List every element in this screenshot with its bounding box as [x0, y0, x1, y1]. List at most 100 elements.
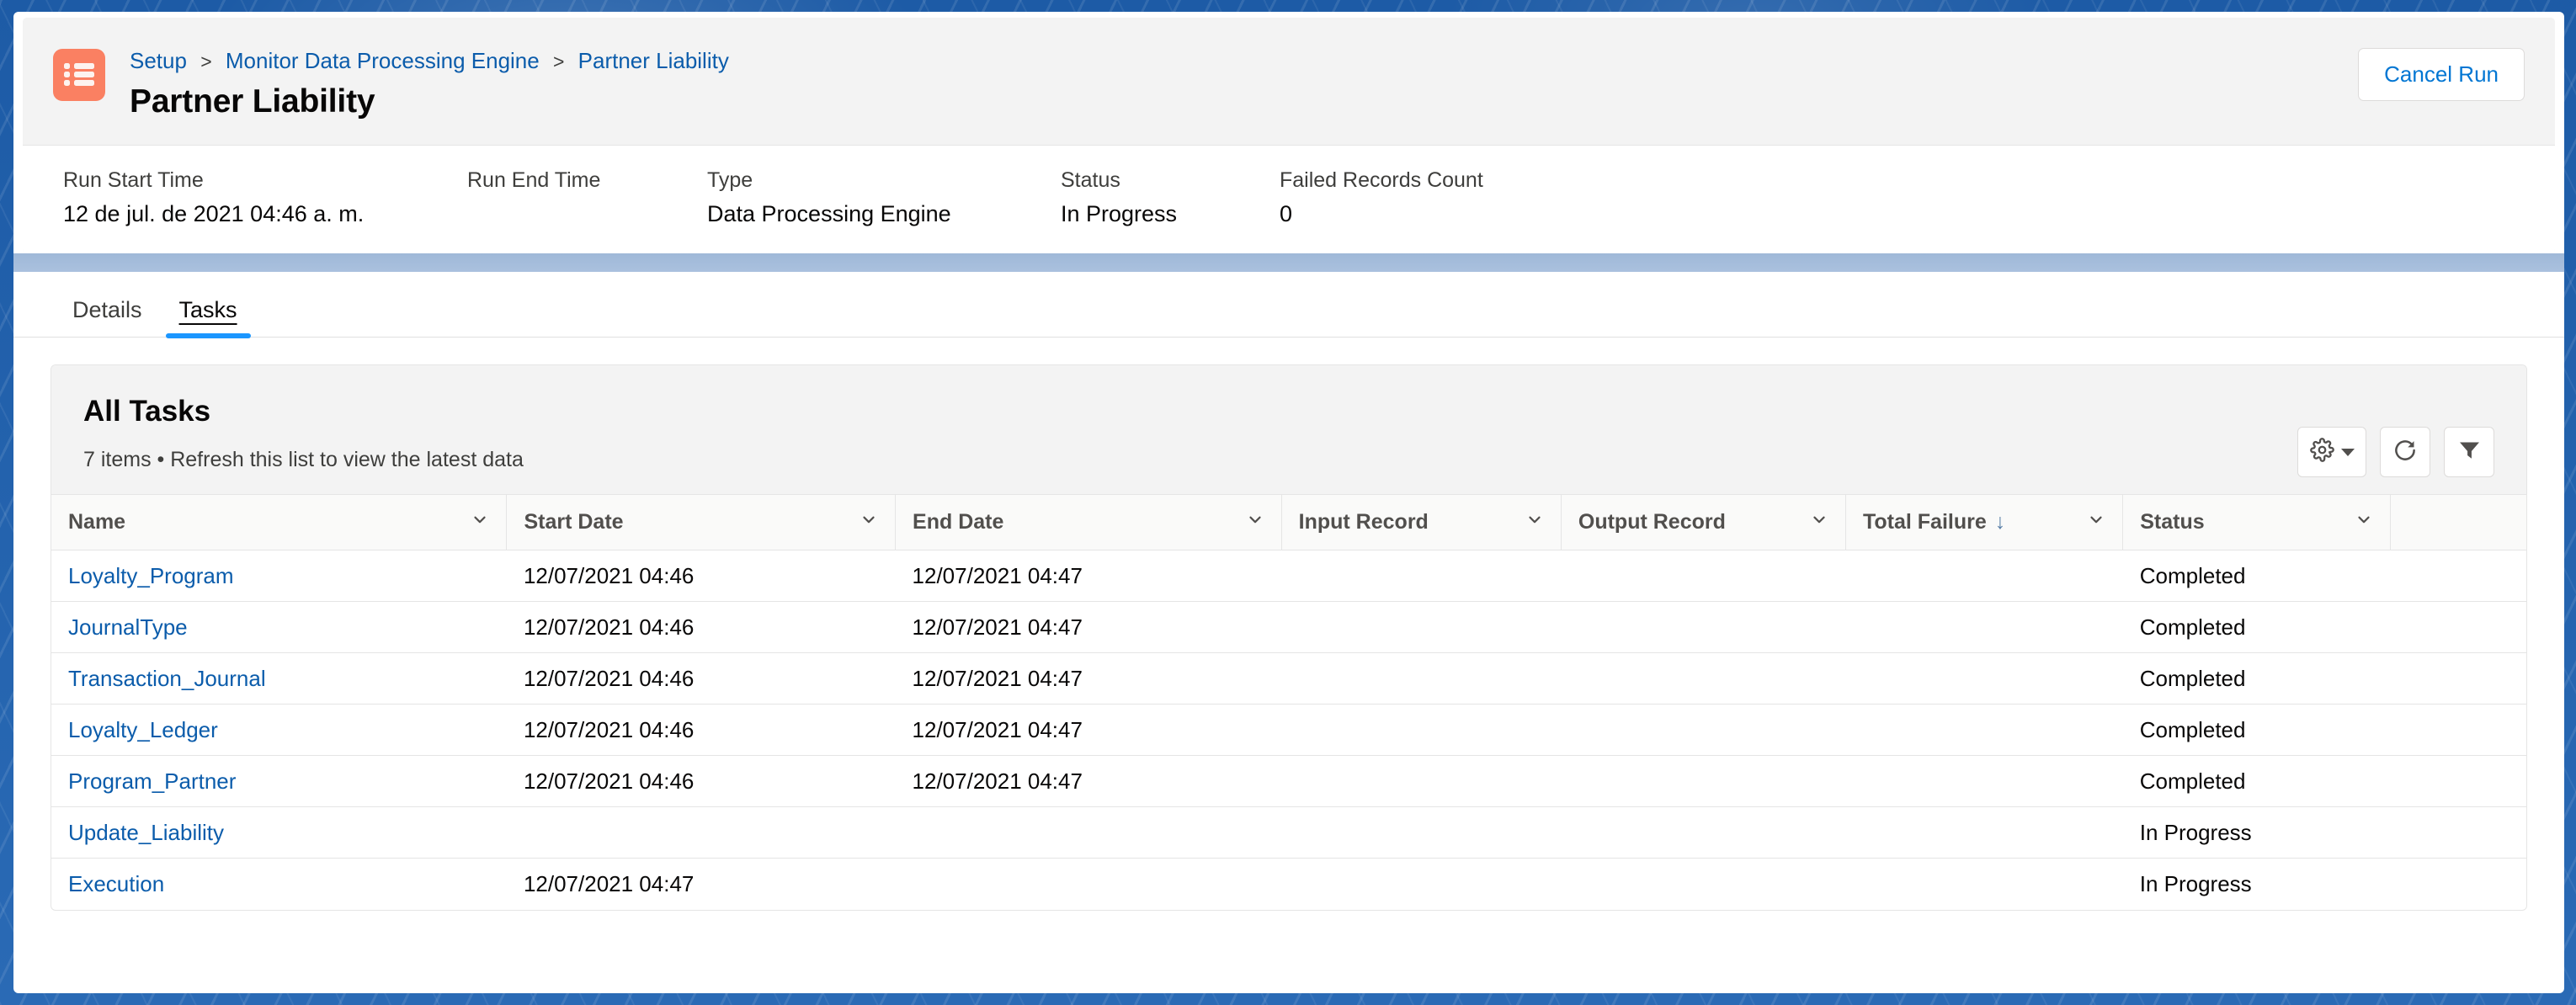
table-row[interactable]: Update_Liability In Progress	[51, 806, 2526, 859]
cell-total-failure	[1845, 652, 2123, 705]
column-header-actions	[2390, 494, 2526, 550]
chevron-down-icon	[2340, 448, 2355, 456]
detail-field-run-end-time: Run End Time	[467, 168, 707, 228]
cell-name: Loyalty_Program	[51, 550, 507, 602]
refresh-icon	[2392, 438, 2418, 467]
cell-total-failure	[1845, 550, 2123, 602]
column-header-status[interactable]: Status	[2122, 494, 2391, 550]
cell-total-failure	[1845, 859, 2122, 910]
detail-value: 12 de jul. de 2021 04:46 a. m.	[63, 201, 365, 226]
column-header-name[interactable]: Name	[51, 494, 508, 550]
cell-name: JournalType	[51, 601, 507, 653]
list-item-count: 7 items • Refresh this list to view the …	[83, 448, 524, 471]
task-name-link[interactable]: Update_Liability	[68, 820, 224, 845]
task-name-link[interactable]: Transaction_Journal	[68, 666, 266, 691]
page-title: Partner Liability	[130, 83, 375, 120]
cell-start-date: 12/07/2021 04:46	[506, 601, 896, 653]
cell-start-date: 12/07/2021 04:46	[506, 704, 896, 756]
column-header-total-failure[interactable]: Total Failure ↓	[1845, 494, 2124, 550]
detail-field-run-start-time: Run Start Time 12 de jul. de 2021 04:46 …	[63, 168, 467, 228]
cell-status: Completed	[2122, 550, 2391, 602]
detail-label: Run End Time	[467, 168, 601, 192]
cell-end-date: 12/07/2021 04:47	[895, 704, 1282, 756]
header-actions: Cancel Run	[2358, 48, 2525, 101]
column-header-label: Start Date	[524, 510, 624, 534]
cell-start-date	[506, 806, 896, 859]
chevron-down-icon[interactable]	[1246, 510, 1264, 534]
refresh-button[interactable]	[2380, 427, 2430, 477]
cell-actions	[2390, 550, 2526, 602]
task-name-link[interactable]: JournalType	[68, 614, 188, 640]
task-name-link[interactable]: Loyalty_Ledger	[68, 717, 218, 742]
column-header-start-date[interactable]: Start Date	[506, 494, 897, 550]
tab-bar: Details Tasks	[13, 272, 2564, 338]
cell-name: Transaction_Journal	[51, 652, 507, 705]
detail-label: Status	[1061, 168, 1120, 192]
chevron-down-icon[interactable]	[1810, 510, 1828, 534]
cell-total-failure	[1845, 806, 2123, 859]
cell-output-record	[1561, 806, 1846, 859]
column-header-end-date[interactable]: End Date	[895, 494, 1282, 550]
cell-actions	[2390, 601, 2526, 653]
chevron-down-icon[interactable]	[860, 510, 878, 534]
gear-icon	[2309, 438, 2334, 466]
column-header-label: End Date	[913, 510, 1004, 534]
task-name-link[interactable]: Execution	[68, 871, 164, 896]
breadcrumb-item-setup[interactable]: Setup	[130, 48, 187, 73]
detail-value: 0	[1280, 201, 1293, 226]
column-header-label: Input Record	[1298, 510, 1429, 534]
column-header-input-record[interactable]: Input Record	[1281, 494, 1562, 550]
cell-start-date: 12/07/2021 04:46	[506, 652, 896, 705]
tab-tasks[interactable]: Tasks	[161, 297, 256, 338]
task-name-link[interactable]: Loyalty_Program	[68, 563, 234, 588]
cell-input-record	[1281, 652, 1562, 705]
cell-input-record	[1281, 859, 1561, 910]
cell-actions	[2390, 755, 2526, 807]
list-header: All Tasks 7 items • Refresh this list to…	[51, 365, 2526, 494]
table-row[interactable]: Loyalty_Ledger 12/07/2021 04:46 12/07/2021…	[51, 704, 2526, 756]
breadcrumb-item-partner-liability[interactable]: Partner Liability	[578, 48, 729, 73]
cell-status: In Progress	[2139, 870, 2252, 896]
cell-status: Completed	[2122, 704, 2391, 756]
cell-actions	[2390, 859, 2526, 910]
cell-output-record	[1561, 859, 1845, 910]
table-row[interactable]: Transaction_Journal 12/07/2021 04:46 12/07…	[51, 652, 2526, 705]
cell-actions	[2390, 704, 2526, 756]
chevron-down-icon[interactable]	[471, 510, 489, 534]
filter-button[interactable]	[2444, 427, 2494, 477]
record-detail-strip: Run Start Time 12 de jul. de 2021 04:46 …	[23, 145, 2555, 253]
all-tasks-card: All Tasks 7 items • Refresh this list to…	[51, 364, 2527, 911]
cell-end-date: 12/07/2021 04:47	[895, 550, 1282, 602]
record-header-top: Setup > Monitor Data Processing Engine >…	[23, 18, 2555, 145]
cell-start-date: 12/07/2021 04:46	[506, 755, 896, 807]
detail-field-type: Type Data Processing Engine	[707, 168, 1061, 228]
cell-actions	[2390, 652, 2526, 705]
cell-name: Loyalty_Ledger	[51, 704, 507, 756]
cell-output-record	[1561, 601, 1846, 653]
detail-value: In Progress	[1061, 201, 1178, 226]
cell-status: Completed	[2122, 601, 2391, 653]
column-header-label: Name	[68, 510, 126, 534]
cell-input-record	[1281, 704, 1562, 756]
chevron-down-icon[interactable]	[1525, 510, 1544, 534]
chevron-down-icon[interactable]	[2087, 510, 2105, 534]
breadcrumb-item-monitor-data-processing-engine[interactable]: Monitor Data Processing Engine	[226, 48, 540, 73]
cell-input-record	[1281, 806, 1562, 859]
column-header-label: Output Record	[1578, 510, 1726, 534]
cancel-run-button[interactable]: Cancel Run	[2358, 48, 2525, 101]
task-name-link[interactable]: Program_Partner	[68, 768, 236, 794]
table-row[interactable]: Execution 12/07/2021 04:47 In Progress	[51, 859, 2526, 910]
table-row[interactable]: JournalType 12/07/2021 04:46 12/07/2021 04…	[51, 601, 2526, 653]
breadcrumb: Setup > Monitor Data Processing Engine >…	[130, 46, 729, 76]
cell-output-record	[1561, 704, 1846, 756]
chevron-down-icon[interactable]	[2355, 510, 2373, 534]
table-row[interactable]: Loyalty_Program 12/07/2021 04:46 12/07/202…	[51, 550, 2526, 602]
cell-input-record	[1281, 755, 1562, 807]
tab-details[interactable]: Details	[54, 297, 161, 337]
cell-status: Completed	[2122, 755, 2391, 807]
list-settings-button[interactable]	[2297, 427, 2366, 477]
table-row[interactable]: Program_Partner 12/07/2021 04:46 12/07/202…	[51, 755, 2526, 807]
column-header-output-record[interactable]: Output Record	[1561, 494, 1846, 550]
table-header-row: Name Start Date End Date Input Record Ou…	[51, 494, 2526, 550]
cell-status: Completed	[2122, 652, 2391, 705]
